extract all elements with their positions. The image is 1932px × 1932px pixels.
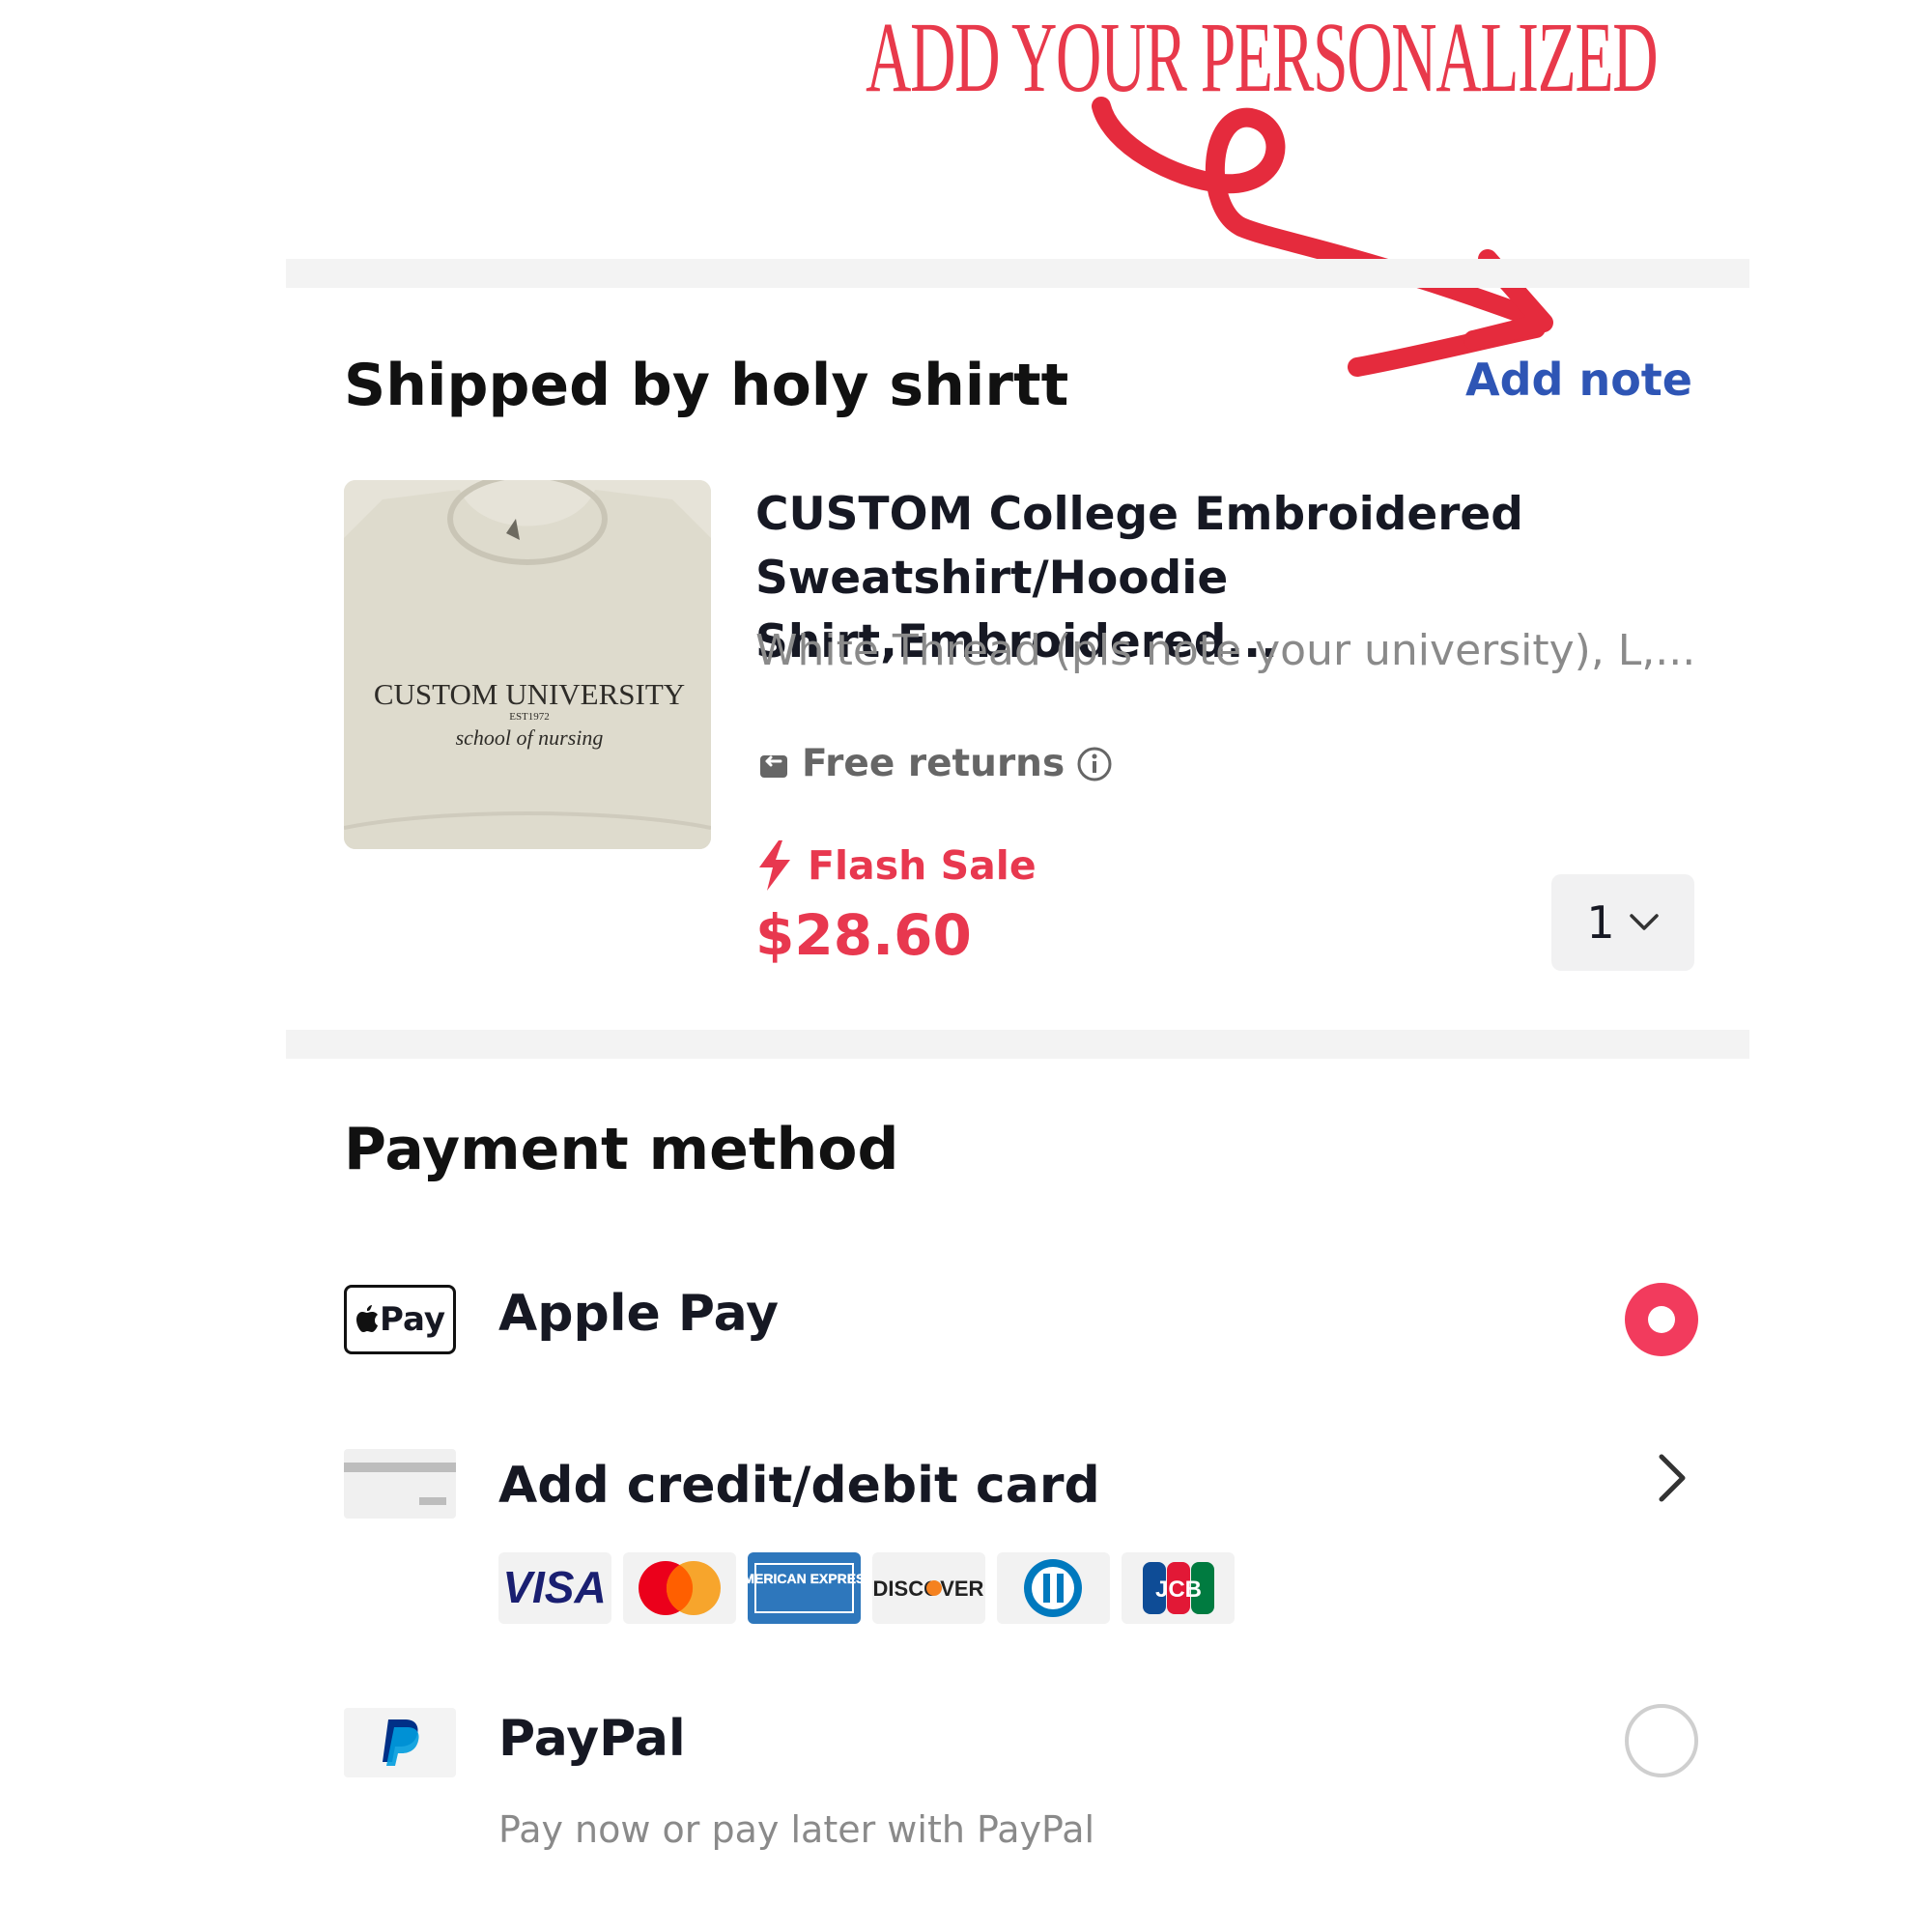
flash-sale-label: Flash Sale bbox=[808, 842, 1037, 889]
card-stripe bbox=[344, 1463, 456, 1472]
visa-logo-icon: VISA bbox=[498, 1552, 611, 1624]
free-returns: Free returns bbox=[757, 742, 1113, 785]
quantity-select[interactable]: 1 bbox=[1551, 874, 1694, 971]
section-divider bbox=[286, 1030, 1749, 1059]
apple-pay-icon: Pay bbox=[344, 1285, 456, 1354]
info-icon[interactable] bbox=[1076, 746, 1113, 782]
apple-pay-radio[interactable] bbox=[1625, 1283, 1698, 1356]
diners-club-logo-icon bbox=[997, 1552, 1110, 1624]
return-box-icon bbox=[760, 754, 787, 778]
section-divider bbox=[286, 259, 1749, 288]
paypal-description: Pay now or pay later with PayPal bbox=[498, 1808, 1095, 1851]
jcb-logo-icon: JCB bbox=[1122, 1552, 1235, 1624]
product-image-text-2: EST1972 bbox=[509, 711, 550, 723]
quantity-value: 1 bbox=[1586, 896, 1615, 949]
product-image[interactable]: CUSTOM UNIVERSITY EST1972 school of nurs… bbox=[344, 480, 711, 849]
discover-logo-icon: DISCOVER bbox=[872, 1552, 985, 1624]
payment-option-apple-pay[interactable]: Pay Apple Pay bbox=[344, 1275, 1698, 1391]
card-brand-list: VISA AMERICAN EXPRESS DISCOVER bbox=[498, 1552, 1235, 1624]
chevron-down-icon bbox=[1629, 914, 1659, 930]
product-price: $28.60 bbox=[755, 902, 972, 968]
paypal-icon bbox=[344, 1708, 456, 1777]
annotation-heading: ADD YOUR PERSONALIZED bbox=[866, 2, 1658, 113]
lightning-icon bbox=[759, 840, 790, 891]
payment-option-paypal[interactable]: PayPal bbox=[344, 1700, 1698, 1816]
flash-sale-badge: Flash Sale bbox=[757, 840, 1037, 891]
paypal-logo-icon bbox=[383, 1719, 419, 1766]
visa-logo-text: VISA bbox=[502, 1562, 606, 1612]
card-chip bbox=[419, 1497, 446, 1505]
payment-option-add-card[interactable]: Add credit/debit card bbox=[344, 1445, 1696, 1561]
add-card-label: Add credit/debit card bbox=[498, 1457, 1100, 1515]
paypal-radio[interactable] bbox=[1625, 1704, 1698, 1777]
product-variant[interactable]: White Thread (pls note your university),… bbox=[755, 626, 1695, 675]
shipped-by-title: Shipped by holy shirtt bbox=[344, 352, 1069, 419]
product-image-text-3: school of nursing bbox=[456, 725, 604, 750]
payment-method-title: Payment method bbox=[344, 1116, 899, 1183]
chevron-right-icon[interactable] bbox=[1642, 1449, 1700, 1507]
credit-card-icon bbox=[344, 1449, 456, 1519]
add-note-link[interactable]: Add note bbox=[1465, 354, 1692, 406]
mastercard-logo-icon bbox=[623, 1552, 736, 1624]
free-returns-label: Free returns bbox=[802, 742, 1065, 785]
apple-pay-label: Apple Pay bbox=[498, 1285, 779, 1343]
amex-logo-text: AMERICAN EXPRESS bbox=[748, 1571, 861, 1586]
jcb-logo-text: JCB bbox=[1155, 1577, 1202, 1603]
paypal-label: PayPal bbox=[498, 1710, 686, 1768]
apple-logo-icon bbox=[355, 1305, 378, 1332]
product-image-text-1: CUSTOM UNIVERSITY bbox=[374, 677, 685, 711]
apple-pay-icon-label: Pay bbox=[379, 1300, 446, 1339]
amex-logo-icon: AMERICAN EXPRESS bbox=[748, 1552, 861, 1624]
